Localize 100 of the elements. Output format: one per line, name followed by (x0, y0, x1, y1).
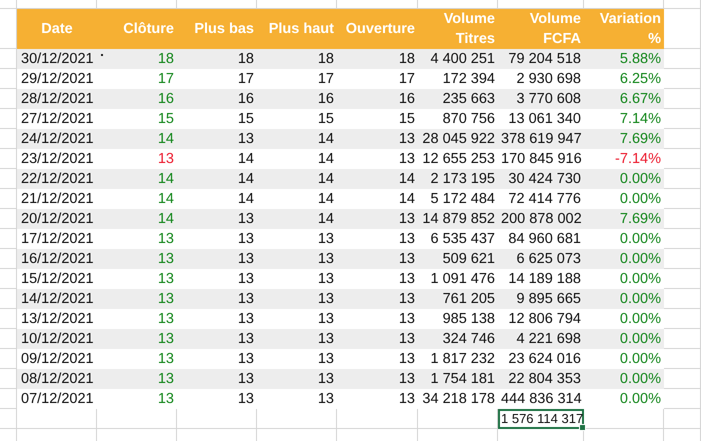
column-header: Clôture (97, 9, 177, 49)
table-cell: 14 (177, 169, 257, 189)
column-header: Volume FCFA (498, 9, 584, 49)
table-cell: 29/12/2021 (21, 71, 94, 87)
table-cell: 16 (337, 89, 418, 109)
table-cell: 20/12/2021 (21, 211, 94, 227)
table-cell: 14 (257, 209, 337, 229)
table-cell: 09/12/2021 (21, 351, 94, 367)
table-cell: 13 (177, 209, 257, 229)
table-cell: 13 (177, 369, 257, 389)
empty-cell[interactable] (584, 409, 664, 429)
table-cell: 21/12/2021 (21, 191, 94, 207)
table-cell: 378 619 947 (498, 129, 584, 149)
column-header: Plus haut (257, 9, 337, 49)
empty-cell[interactable] (97, 409, 177, 429)
empty-cell[interactable] (0, 0, 17, 9)
column-header: Ouverture (337, 9, 418, 49)
table-cell: 13 (337, 129, 418, 149)
table-cell: 7.69% (584, 129, 664, 149)
table-cell: 0.00% (584, 169, 664, 189)
table-cell: 5.88% (584, 49, 664, 69)
table-cell: 324 746 (418, 329, 498, 349)
table-cell: 13 (177, 289, 257, 309)
empty-cell[interactable] (664, 0, 701, 9)
table-cell: 07/12/2021 (21, 391, 94, 407)
table-cell: 3 770 608 (498, 89, 584, 109)
table-cell: 13 (257, 329, 337, 349)
column-header: Volume Titres (418, 9, 498, 49)
empty-cell[interactable] (257, 409, 337, 429)
column-header: Plus bas (177, 9, 257, 49)
table-cell: 22/12/2021 (21, 171, 94, 187)
empty-cell[interactable] (0, 409, 17, 429)
empty-cell[interactable] (664, 9, 701, 49)
table-cell: 17/12/2021 (21, 231, 94, 247)
table-cell: 7.69% (584, 209, 664, 229)
table-cell: 235 663 (418, 89, 498, 109)
table-cell: 22 804 353 (498, 369, 584, 389)
table-cell: 13 (257, 249, 337, 269)
table-cell: 79 204 518 (498, 49, 584, 69)
table-cell: 4 400 251 (418, 49, 498, 69)
table-cell: 14 (337, 169, 418, 189)
table-cell: 13 (337, 249, 418, 269)
table-cell: 6 625 073 (498, 249, 584, 269)
table-cell: 200 878 002 (498, 209, 584, 229)
table-cell: 18 (97, 49, 177, 69)
table-cell: 18 (257, 49, 337, 69)
table-cell: 761 205 (418, 289, 498, 309)
table-cell: 18 (177, 49, 257, 69)
table-cell: 10/12/2021 (21, 331, 94, 347)
table-cell: 30 424 730 (498, 169, 584, 189)
table-cell: 13 (177, 129, 257, 149)
table-cell: 14 (97, 209, 177, 229)
table-cell: 13 (257, 369, 337, 389)
table-cell: 13 (97, 329, 177, 349)
table-cell: 14 (257, 129, 337, 149)
table-cell: 4 221 698 (498, 329, 584, 349)
table-cell: 13 (337, 329, 418, 349)
table-cell: 2 173 195 (418, 169, 498, 189)
table-cell: 0.00% (584, 289, 664, 309)
table-cell: 28/12/2021 (21, 91, 94, 107)
table-cell: 13 (337, 369, 418, 389)
empty-cell[interactable] (337, 409, 418, 429)
column-header: Date (17, 9, 97, 49)
table-cell: 14/12/2021 (21, 291, 94, 307)
table-cell: 13 (337, 289, 418, 309)
table-cell: 18 (337, 49, 418, 69)
table-cell: 08/12/2021 (21, 371, 94, 387)
empty-cell[interactable] (418, 409, 498, 429)
table-cell: 14 (97, 129, 177, 149)
table-cell: 9 895 665 (498, 289, 584, 309)
table-cell: 0.00% (584, 249, 664, 269)
empty-cell[interactable] (664, 409, 701, 429)
table-cell: 16 (97, 89, 177, 109)
table-cell: 13 (97, 249, 177, 269)
table-cell: 1 754 181 (418, 369, 498, 389)
table-cell: 27/12/2021 (21, 111, 94, 127)
table-cell: 28 045 922 (418, 129, 498, 149)
table-cell: 14 (257, 169, 337, 189)
table-cell: 13 (97, 369, 177, 389)
empty-cell[interactable] (17, 409, 97, 429)
table-cell: 30/12/2021 (21, 51, 94, 67)
empty-cell[interactable] (177, 409, 257, 429)
table-cell: 0.00% (584, 369, 664, 389)
table-cell: 16 (177, 89, 257, 109)
table-cell: 13 (257, 289, 337, 309)
table-cell: 0.00% (584, 329, 664, 349)
table-cell: 16 (257, 89, 337, 109)
table-cell: 24/12/2021 (21, 131, 94, 147)
fill-handle[interactable] (579, 424, 586, 431)
table-cell: 13/12/2021 (21, 311, 94, 327)
table-cell: 23/12/2021 (21, 151, 94, 167)
column-header: Variation % (584, 9, 664, 49)
table-cell: 13 (97, 289, 177, 309)
table-cell: 13 (177, 249, 257, 269)
table-cell: 509 621 (418, 249, 498, 269)
table-cell: 16/12/2021 (21, 251, 94, 267)
table-cell: 13 (337, 209, 418, 229)
table-cell: 13 (177, 329, 257, 349)
table-cell: 14 (97, 169, 177, 189)
table-cell: 15/12/2021 (21, 271, 94, 287)
